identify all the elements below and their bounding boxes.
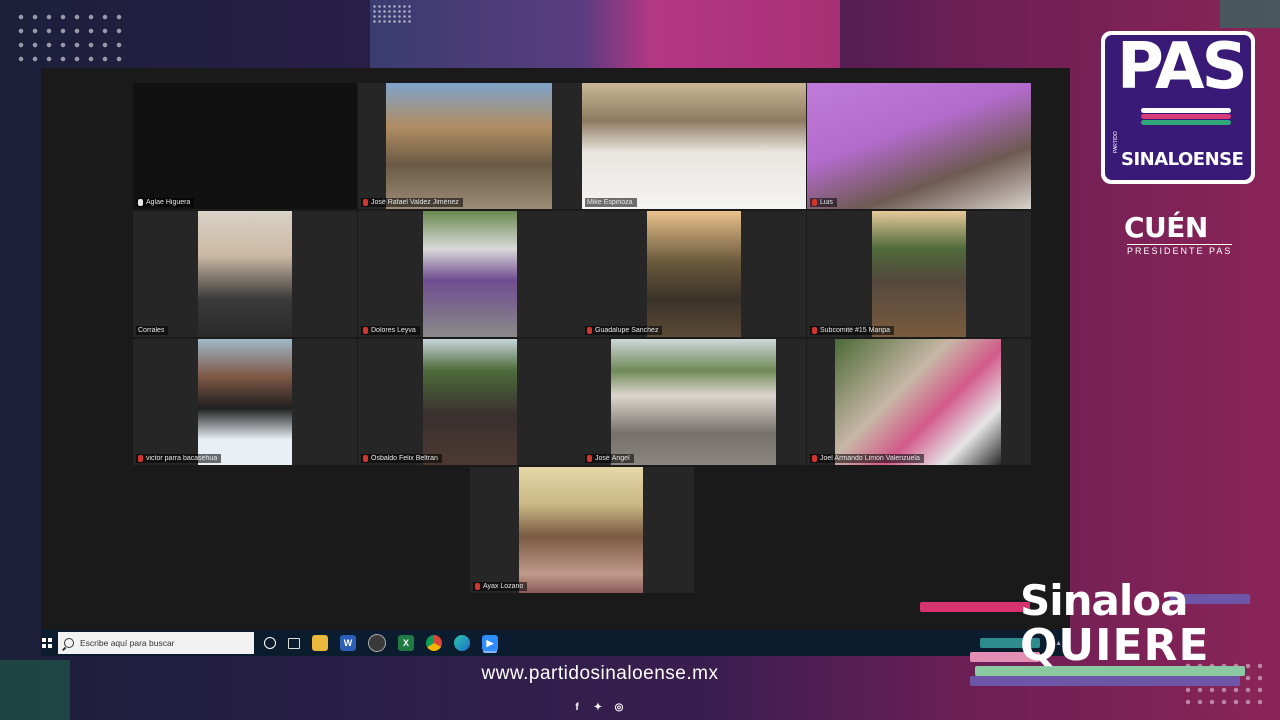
participant-video — [647, 211, 741, 337]
name-tag: Mike Espinoza — [585, 198, 637, 207]
name-tag: victor parra bacasehua — [136, 454, 222, 463]
participant-name: José Rafael Valdez Jiménez — [371, 199, 459, 206]
participant-tile[interactable]: Corrales — [133, 211, 357, 337]
taskbar-search-box[interactable]: Escribe aquí para buscar — [58, 632, 254, 654]
excel-icon[interactable]: X — [398, 635, 414, 651]
pas-logo-text: PAS — [1117, 35, 1248, 104]
cuen-title: CUÉN — [1124, 211, 1208, 244]
mic-muted-icon — [138, 455, 143, 462]
participant-name: José Ángel — [595, 455, 630, 462]
mic-muted-icon — [812, 455, 817, 462]
participant-video — [519, 467, 643, 593]
windows-start-icon[interactable] — [42, 638, 52, 648]
participant-name: Osbaldo Felix Beltran — [371, 455, 438, 462]
participant-name: Joel Armando Limón Valenzuela — [820, 455, 920, 462]
participant-name: Mike Espinoza — [587, 199, 633, 206]
name-tag: Dolores Leyva — [361, 326, 420, 335]
task-view-icon[interactable] — [288, 637, 300, 649]
logo-stripe — [1141, 120, 1231, 125]
background-photo-strip — [370, 0, 840, 70]
instagram-icon: ◎ — [614, 702, 624, 713]
participant-video — [611, 339, 776, 465]
participant-tile[interactable]: Luis — [807, 83, 1031, 209]
word-icon[interactable]: W — [340, 635, 356, 651]
participant-tile[interactable]: Guadalupe Sanchez — [582, 211, 806, 337]
name-tag: Osbaldo Felix Beltran — [361, 454, 442, 463]
name-tag: Corrales — [136, 326, 169, 335]
logo-stripe — [1141, 108, 1231, 113]
participant-tile[interactable]: victor parra bacasehua — [133, 339, 357, 465]
cortana-icon[interactable] — [264, 637, 276, 649]
video-off-placeholder — [133, 83, 357, 209]
name-tag: Aglae Higuera — [136, 198, 195, 207]
participant-name: victor parra bacasehua — [146, 455, 218, 462]
participant-name: Aglae Higuera — [146, 199, 191, 206]
participant-name: Ayax Lozano — [483, 583, 524, 590]
participant-video — [423, 339, 517, 465]
logo-stripe — [1141, 114, 1231, 119]
participant-tile[interactable]: Mike Espinoza — [582, 83, 806, 209]
participant-name: Luis — [820, 199, 833, 206]
search-placeholder: Escribe aquí para buscar — [80, 638, 175, 648]
cuen-subtitle: PRESIDENTE PAS — [1127, 244, 1233, 256]
participant-tile[interactable]: Dolores Leyva — [358, 211, 582, 337]
name-tag: Luis — [810, 198, 837, 207]
participant-name: Guadalupe Sanchez — [595, 327, 659, 334]
participant-tile[interactable]: Osbaldo Felix Beltran — [358, 339, 582, 465]
name-tag: Joel Armando Limón Valenzuela — [810, 454, 924, 463]
social-icons: f ✦ ◎ — [571, 702, 625, 713]
name-tag: Subcomité #15 Maripa — [810, 326, 895, 335]
participant-tile[interactable]: Ayax Lozano — [470, 467, 694, 593]
zoom-icon[interactable]: ▶ — [482, 635, 498, 651]
participant-tile[interactable]: Joel Armando Limón Valenzuela — [807, 339, 1031, 465]
file-explorer-icon[interactable] — [312, 635, 328, 651]
name-tag: José Rafael Valdez Jiménez — [361, 198, 463, 207]
participant-name: Subcomité #15 Maripa — [820, 327, 891, 334]
browser-icon[interactable] — [368, 634, 386, 652]
participant-video — [582, 83, 806, 209]
participant-tile[interactable]: Aglae Higuera — [133, 83, 357, 209]
participant-name: Dolores Leyva — [371, 327, 416, 334]
search-icon — [64, 638, 74, 648]
pas-partido-label: PARTIDO — [1113, 131, 1119, 153]
slogan-stripe — [920, 602, 1030, 612]
edge-icon[interactable] — [454, 635, 470, 651]
windows-taskbar: Escribe aquí para buscar W X ▶ ▲ — [41, 630, 1070, 656]
mic-muted-icon — [363, 199, 368, 206]
mic-muted-icon — [475, 583, 480, 590]
name-tag: José Ángel — [585, 454, 634, 463]
pas-party-logo: PAS PARTIDO SINALOENSE — [1101, 31, 1255, 184]
slogan-line-2: QUIERE — [1020, 620, 1210, 671]
facebook-icon: f — [575, 702, 579, 713]
participant-video — [198, 339, 292, 465]
mic-muted-icon — [363, 455, 368, 462]
participant-video — [807, 83, 1031, 209]
decorative-dots — [372, 4, 412, 24]
participant-tile[interactable]: José Rafael Valdez Jiménez — [358, 83, 582, 209]
mic-muted-icon — [812, 327, 817, 334]
chrome-icon[interactable] — [426, 635, 442, 651]
twitter-icon: ✦ — [593, 702, 603, 713]
participant-name: Corrales — [138, 327, 165, 334]
website-url: www.partidosinaloense.mx — [481, 663, 719, 684]
decorative-dots — [14, 10, 124, 66]
participant-video — [198, 211, 292, 337]
name-tag: Ayax Lozano — [473, 582, 528, 591]
pas-sinaloense-label: SINALOENSE — [1121, 149, 1244, 170]
participant-tile[interactable]: José Ángel — [582, 339, 806, 465]
decorative-block — [1220, 0, 1280, 28]
participant-tile[interactable]: Subcomité #15 Maripa — [807, 211, 1031, 337]
mic-muted-icon — [587, 327, 592, 334]
name-tag: Guadalupe Sanchez — [585, 326, 663, 335]
participant-video — [872, 211, 966, 337]
mic-muted-icon — [812, 199, 817, 206]
mic-muted-icon — [363, 327, 368, 334]
mic-icon — [138, 199, 143, 206]
mic-muted-icon — [587, 455, 592, 462]
participant-video — [835, 339, 1001, 465]
zoom-gallery-view: Aglae Higuera José Rafael Valdez Jiménez… — [41, 68, 1070, 656]
participant-video — [386, 83, 552, 209]
participant-video — [423, 211, 517, 337]
slogan-line-1: Sinaloa — [1020, 576, 1188, 625]
